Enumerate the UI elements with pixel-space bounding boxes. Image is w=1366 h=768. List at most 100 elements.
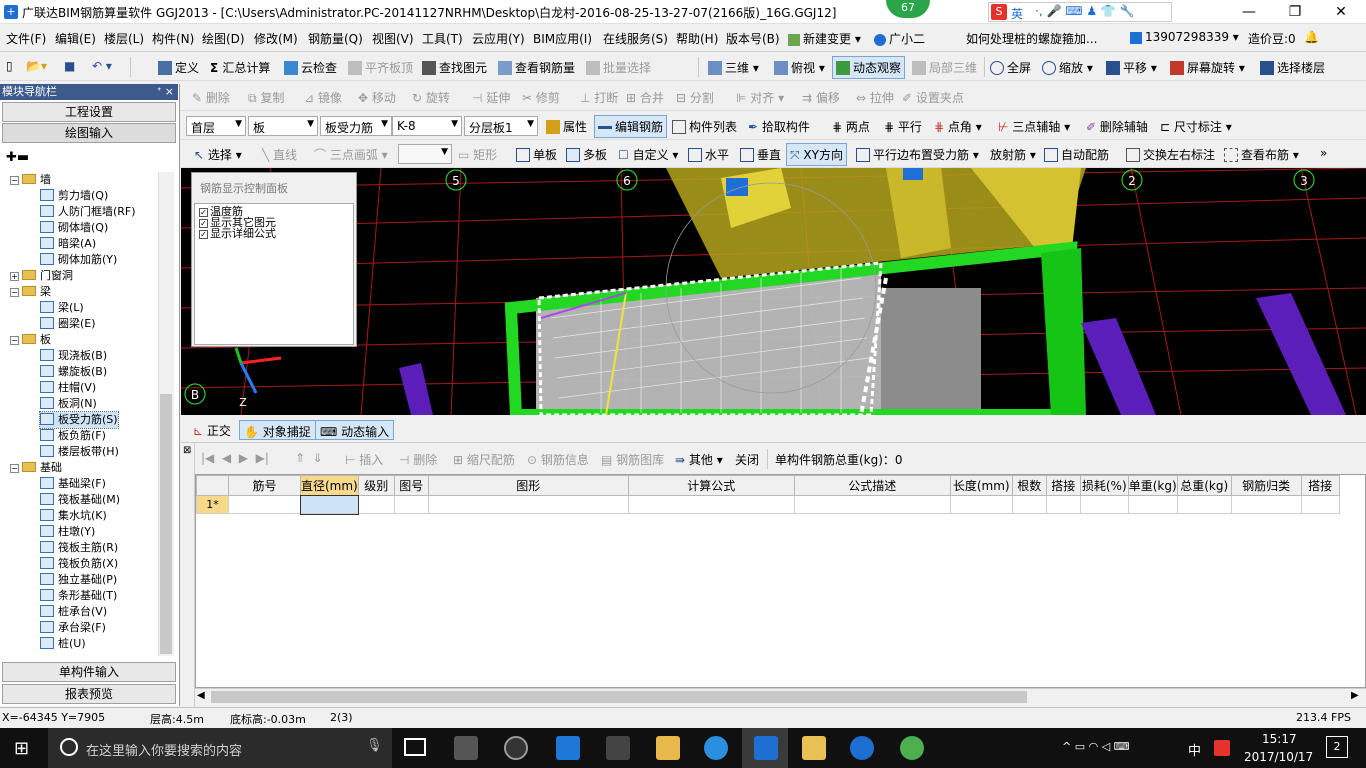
- offset-button[interactable]: ⇉ 偏移: [802, 89, 840, 106]
- menu-file[interactable]: 文件(F): [6, 30, 46, 47]
- cell-length[interactable]: [949, 495, 1013, 514]
- mirror-button[interactable]: ⊿ 镜像: [304, 89, 342, 106]
- tree-item[interactable]: 独立基础(P): [40, 572, 117, 588]
- summary-calc-button[interactable]: Σ 汇总计算: [210, 59, 270, 76]
- nav-scroll-thumb[interactable]: [160, 394, 172, 654]
- zoom-button[interactable]: 缩放 ▾: [1042, 59, 1093, 76]
- col-lap-2[interactable]: 搭接: [1300, 475, 1340, 496]
- col-formula[interactable]: 计算公式: [627, 475, 795, 496]
- delete-axis-button[interactable]: ✐ 删除辅轴: [1086, 118, 1148, 135]
- minimize-button[interactable]: —: [1226, 2, 1272, 22]
- layer-select[interactable]: 分层板1 ▼: [464, 116, 538, 136]
- row-number[interactable]: 1*: [196, 495, 229, 514]
- menu-floor[interactable]: 楼层(L): [104, 30, 144, 47]
- expand-toggle-icon[interactable]: −: [10, 336, 19, 345]
- tree-item[interactable]: 承台梁(F): [40, 620, 106, 636]
- user-phone[interactable]: 13907298339 ▾: [1130, 30, 1239, 44]
- rebar-library-button[interactable]: ▤ 钢筋图库: [601, 451, 664, 468]
- score-badge[interactable]: 67: [886, 0, 930, 18]
- align-top-button[interactable]: 平齐板顶: [348, 59, 413, 76]
- move-button[interactable]: ✥ 移动: [358, 89, 396, 106]
- pick-component-button[interactable]: ✒ 拾取构件: [748, 118, 810, 135]
- menu-bim[interactable]: BIM应用(I): [533, 30, 592, 47]
- file-explorer-icon[interactable]: [656, 736, 680, 760]
- tree-folder[interactable]: − 梁: [10, 284, 51, 300]
- project-settings-button[interactable]: 工程设置: [2, 102, 176, 122]
- clock-date[interactable]: 2017/10/17: [1244, 750, 1313, 764]
- tree-item[interactable]: 砌体加筋(Y): [40, 252, 117, 268]
- input-language[interactable]: 中: [1188, 740, 1201, 759]
- parallel-button[interactable]: ⋕ 平行: [884, 118, 922, 135]
- parallel-rebar-button[interactable]: 平行边布置受力筋 ▾: [856, 146, 979, 163]
- tree-item[interactable]: 圈梁(E): [40, 316, 96, 332]
- menu-tools[interactable]: 工具(T): [422, 30, 463, 47]
- taskbar-search[interactable]: 在这里输入你要搜索的内容 🎙: [48, 728, 392, 768]
- toolbar-overflow-icon[interactable]: »: [1320, 146, 1327, 160]
- cell-unit-weight[interactable]: [1127, 495, 1178, 514]
- pinwheel-app-icon[interactable]: [454, 736, 478, 760]
- menu-cloud[interactable]: 云应用(Y): [472, 30, 525, 47]
- col-shape[interactable]: 图形: [427, 475, 629, 496]
- col-category[interactable]: 钢筋归类: [1230, 475, 1302, 496]
- category-select[interactable]: 板 ▼: [248, 116, 318, 136]
- menu-view[interactable]: 视图(V): [372, 30, 414, 47]
- cell-lap[interactable]: [1045, 495, 1081, 514]
- tree-item[interactable]: 楼层板带(H): [40, 444, 119, 460]
- tray-icons[interactable]: ^ ▭ ◠ ◁ ⌨: [1062, 740, 1130, 753]
- fullscreen-button[interactable]: 全屏: [990, 59, 1031, 76]
- menu-edit[interactable]: 编辑(E): [55, 30, 96, 47]
- tree-item[interactable]: 条形基础(T): [40, 588, 117, 604]
- rotate-button[interactable]: ↻ 旋转: [412, 89, 450, 106]
- tree-item[interactable]: 桩承台(V): [40, 604, 107, 620]
- extend-button[interactable]: ⊣ 延伸: [472, 89, 510, 106]
- new-file-icon[interactable]: ▯: [6, 59, 13, 73]
- line-tool-button[interactable]: ╲ 直线: [262, 146, 297, 163]
- windows-start-icon[interactable]: ⊞: [14, 738, 29, 759]
- tree-item[interactable]: 筏板主筋(R): [40, 540, 118, 556]
- cloud-check-button[interactable]: 云检查: [284, 59, 337, 76]
- col-grade[interactable]: 级别: [357, 475, 395, 496]
- edge-icon[interactable]: [556, 736, 580, 760]
- tree-item[interactable]: 基础梁(F): [40, 476, 106, 492]
- tree-item[interactable]: 桩(U): [40, 636, 86, 652]
- horizontal-button[interactable]: 水平: [688, 146, 729, 163]
- select-tool-button[interactable]: ↖ 选择 ▾: [194, 146, 242, 163]
- expand-toggle-icon[interactable]: −: [10, 288, 19, 297]
- table-row[interactable]: 1*: [196, 494, 1340, 515]
- single-component-input-button[interactable]: 单构件输入: [2, 662, 176, 682]
- tree-item[interactable]: 柱墩(Y): [40, 524, 95, 540]
- define-button[interactable]: 定义: [158, 59, 199, 76]
- menu-rebar-qty[interactable]: 钢筋量(Q): [308, 30, 363, 47]
- point-angle-button[interactable]: ⋕ 点角 ▾: [934, 118, 982, 135]
- 3d-viewport[interactable]: 5 6 2 3 B Z: [181, 168, 1366, 415]
- stretch-button[interactable]: ⇔ 拉伸: [856, 89, 894, 106]
- trim-button[interactable]: ✂ 修剪: [522, 89, 560, 106]
- select-floor-button[interactable]: 选择楼层: [1260, 59, 1325, 76]
- report-preview-button[interactable]: 报表预览: [2, 684, 176, 704]
- draw-mode-select[interactable]: ▼: [398, 144, 452, 164]
- split-button[interactable]: ⊟ 分割: [676, 89, 714, 106]
- tree-item[interactable]: 剪力墙(Q): [40, 188, 108, 204]
- properties-button[interactable]: 属性: [546, 118, 587, 135]
- delete-button[interactable]: ✎ 删除: [192, 89, 230, 106]
- notepad-icon[interactable]: [802, 736, 826, 760]
- tree-item[interactable]: 板受力筋(S): [39, 411, 119, 429]
- bell-icon[interactable]: 🔔: [1304, 30, 1319, 44]
- notification-center[interactable]: 2: [1326, 736, 1348, 758]
- save-icon[interactable]: ■: [64, 59, 75, 73]
- expand-all-icon[interactable]: ✚▬: [6, 150, 29, 165]
- menu-component[interactable]: 构件(N): [152, 30, 194, 47]
- view-rebar-button[interactable]: 查看钢筋量: [498, 59, 575, 76]
- rectangle-tool-button[interactable]: ▭ 矩形: [458, 146, 497, 163]
- radial-rebar-button[interactable]: 放射筋 ▾: [990, 146, 1036, 163]
- auto-rebar-button[interactable]: 自动配筋: [1044, 146, 1109, 163]
- rebar-3d-scene[interactable]: 5 6 2 3 B Z: [181, 168, 1366, 415]
- col-diameter[interactable]: 直径(mm): [300, 475, 359, 496]
- break-button[interactable]: ⊥ 打断: [580, 89, 618, 106]
- align-button[interactable]: ⊫ 对齐 ▾: [736, 89, 784, 106]
- tree-item[interactable]: 筏板基础(M): [40, 492, 120, 508]
- component-name-select[interactable]: K-8 ▼: [392, 116, 462, 136]
- col-unit-weight[interactable]: 单重(kg): [1127, 475, 1178, 496]
- ie-icon[interactable]: [704, 736, 728, 760]
- cell-loss[interactable]: [1079, 495, 1129, 514]
